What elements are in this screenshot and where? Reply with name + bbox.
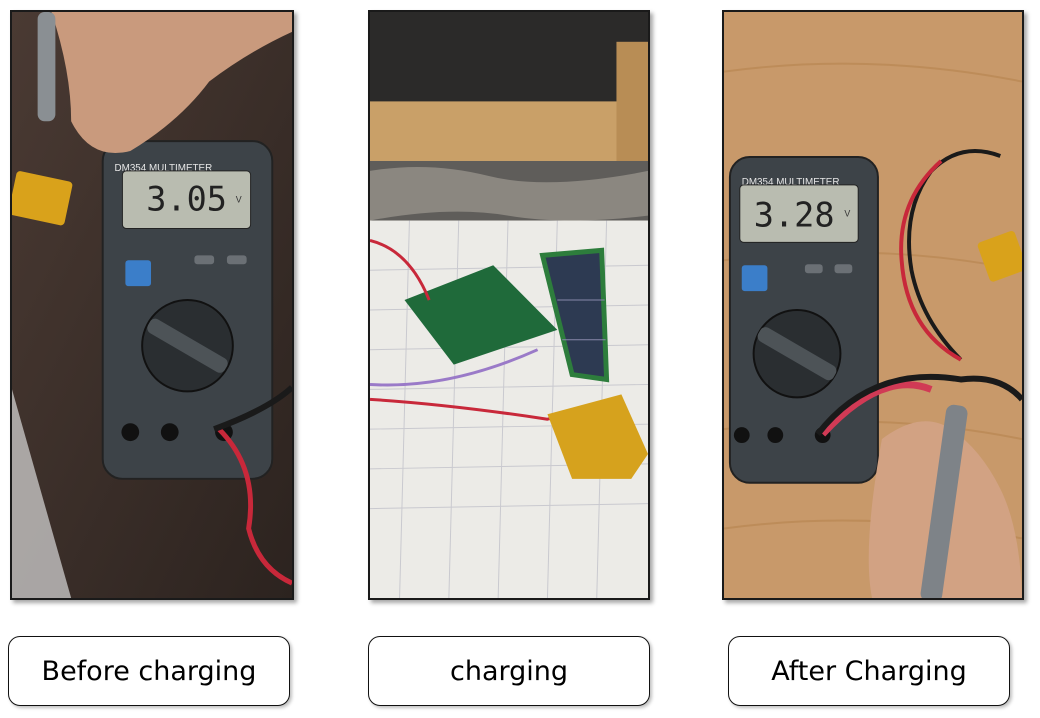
meter-reading: 3.05 xyxy=(146,180,227,219)
meter-unit: V xyxy=(844,209,850,219)
meter-unit: V xyxy=(236,195,242,205)
caption-before-charging: Before charging xyxy=(8,636,290,706)
caption-charging: charging xyxy=(368,636,650,706)
photo-before-charging: DM354 MULTIMETER 3.05 V xyxy=(10,10,294,600)
photo-after-charging: DM354 MULTIMETER 3.28 V xyxy=(722,10,1024,600)
photo-charging xyxy=(368,10,650,600)
caption-after-charging: After Charging xyxy=(728,636,1010,706)
meter-reading: 3.28 xyxy=(754,195,835,234)
